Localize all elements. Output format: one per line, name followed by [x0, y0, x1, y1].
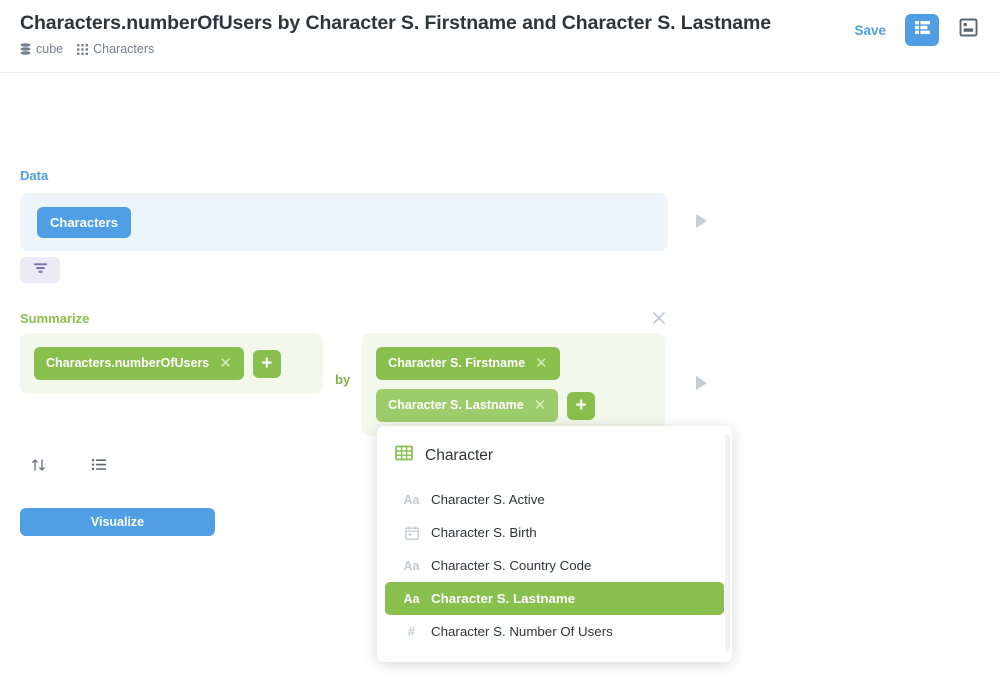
dimension-pill-firstname[interactable]: Character S. Firstname ✕	[376, 347, 560, 380]
table-view-icon	[914, 19, 931, 41]
header-actions: Save	[848, 14, 984, 46]
data-section-label: Data	[20, 168, 49, 183]
play-icon	[696, 376, 707, 390]
dropdown-item-label: Character S. Birth	[431, 525, 537, 540]
breadcrumb-item-database[interactable]: cube	[20, 42, 63, 56]
dropdown-item-birth[interactable]: Character S. Birth	[385, 516, 724, 549]
text-type-icon: Aa	[403, 591, 420, 606]
row-limit-icon	[91, 459, 106, 471]
metric-pill[interactable]: Characters.numberOfUsers ✕	[34, 347, 244, 380]
metric-pill-label: Characters.numberOfUsers	[46, 356, 210, 371]
sort-button[interactable]	[30, 456, 48, 474]
page-title: Characters.numberOfUsers by Character S.…	[20, 12, 772, 34]
breadcrumb-table-label: Characters	[93, 42, 155, 56]
table-icon	[395, 444, 413, 467]
grid-icon	[77, 43, 89, 55]
dimension-remove-icon[interactable]: ✕	[535, 356, 548, 371]
metrics-panel: Characters.numberOfUsers ✕ +	[20, 333, 323, 394]
run-summarize-step-button[interactable]	[691, 373, 711, 393]
dimension-pill-label: Character S. Lastname	[388, 398, 524, 413]
dropdown-scrollbar[interactable]	[725, 434, 730, 652]
close-icon	[653, 312, 665, 324]
database-icon	[20, 43, 31, 55]
dimension-pill-lastname[interactable]: Character S. Lastname ✕	[376, 389, 559, 422]
dropdown-item-number-of-users[interactable]: # Character S. Number Of Users	[385, 615, 724, 648]
add-metric-button[interactable]: +	[252, 349, 281, 378]
header-left-group: Characters.numberOfUsers by Character S.…	[20, 12, 771, 56]
text-type-icon: Aa	[403, 558, 420, 573]
dropdown-item-label: Character S. Number Of Users	[431, 624, 613, 639]
data-source-panel: Characters	[20, 193, 668, 251]
data-section: Data Characters	[20, 168, 700, 251]
app-header: Characters.numberOfUsers by Character S.…	[0, 0, 1000, 73]
step-tools	[30, 456, 108, 474]
calendar-icon	[403, 525, 420, 540]
text-type-icon: Aa	[403, 492, 420, 507]
filter-icon	[33, 261, 48, 280]
number-type-icon: #	[408, 624, 415, 639]
dropdown-item-label: Character S. Country Code	[431, 558, 592, 573]
dimension-pill-label: Character S. Firstname	[388, 356, 526, 371]
summarize-section-label: Summarize	[20, 311, 90, 326]
notebook-editor-icon	[959, 18, 978, 42]
breadcrumb: cube Characters	[20, 42, 771, 56]
breadcrumb-database-label: cube	[36, 42, 64, 56]
play-icon	[696, 214, 707, 228]
dropdown-header: Character	[377, 440, 732, 467]
dropdown-item-label: Character S. Lastname	[431, 591, 576, 606]
dropdown-item-label: Character S. Active	[431, 492, 545, 507]
dropdown-title: Character	[425, 446, 494, 464]
dropdown-item-lastname[interactable]: Aa Character S. Lastname	[385, 582, 724, 615]
summarize-row: Characters.numberOfUsers ✕ + by Characte…	[20, 333, 666, 436]
remove-summarize-button[interactable]	[651, 310, 667, 326]
metric-remove-icon[interactable]: ✕	[219, 356, 232, 371]
dropdown-item-active[interactable]: Aa Character S. Active	[385, 483, 724, 516]
breadcrumb-item-table[interactable]: Characters	[77, 42, 154, 56]
summarize-by-label: by	[335, 372, 351, 387]
visualization-toggle-button[interactable]	[905, 14, 939, 46]
sort-icon	[32, 459, 45, 471]
notebook-editor-button[interactable]	[952, 14, 984, 46]
save-button[interactable]: Save	[848, 19, 892, 42]
dropdown-item-country-code[interactable]: Aa Character S. Country Code	[385, 549, 724, 582]
data-source-pill[interactable]: Characters	[37, 206, 131, 238]
column-picker-dropdown: Character Aa Character S. Active Charact…	[377, 426, 732, 662]
add-dimension-button[interactable]: +	[567, 391, 596, 420]
dimensions-panel: Character S. Firstname ✕ Character S. La…	[362, 333, 666, 436]
run-data-step-button[interactable]	[691, 211, 711, 231]
add-filter-button[interactable]	[20, 257, 60, 283]
row-limit-button[interactable]	[90, 456, 108, 474]
dimension-remove-icon[interactable]: ✕	[534, 398, 547, 413]
visualize-button[interactable]: Visualize	[20, 508, 215, 536]
